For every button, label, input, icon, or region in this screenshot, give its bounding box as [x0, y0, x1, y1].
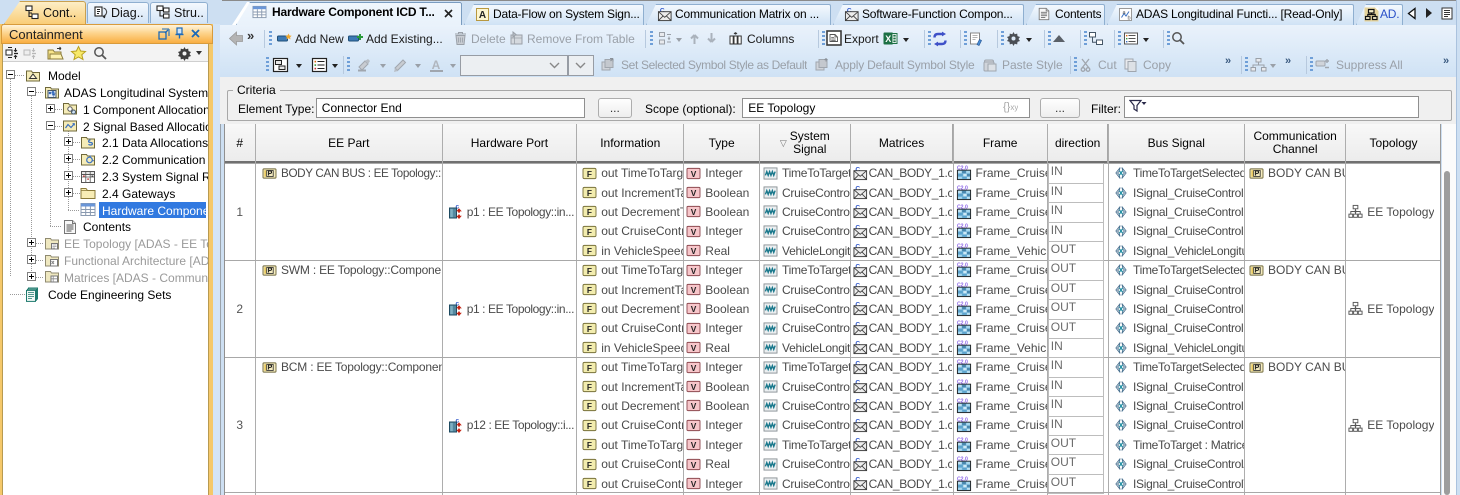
svg-text:A: A — [432, 58, 441, 72]
svg-text:X: X — [885, 34, 891, 44]
svg-text:A: A — [479, 10, 486, 21]
svg-text:b: b — [1128, 16, 1131, 22]
